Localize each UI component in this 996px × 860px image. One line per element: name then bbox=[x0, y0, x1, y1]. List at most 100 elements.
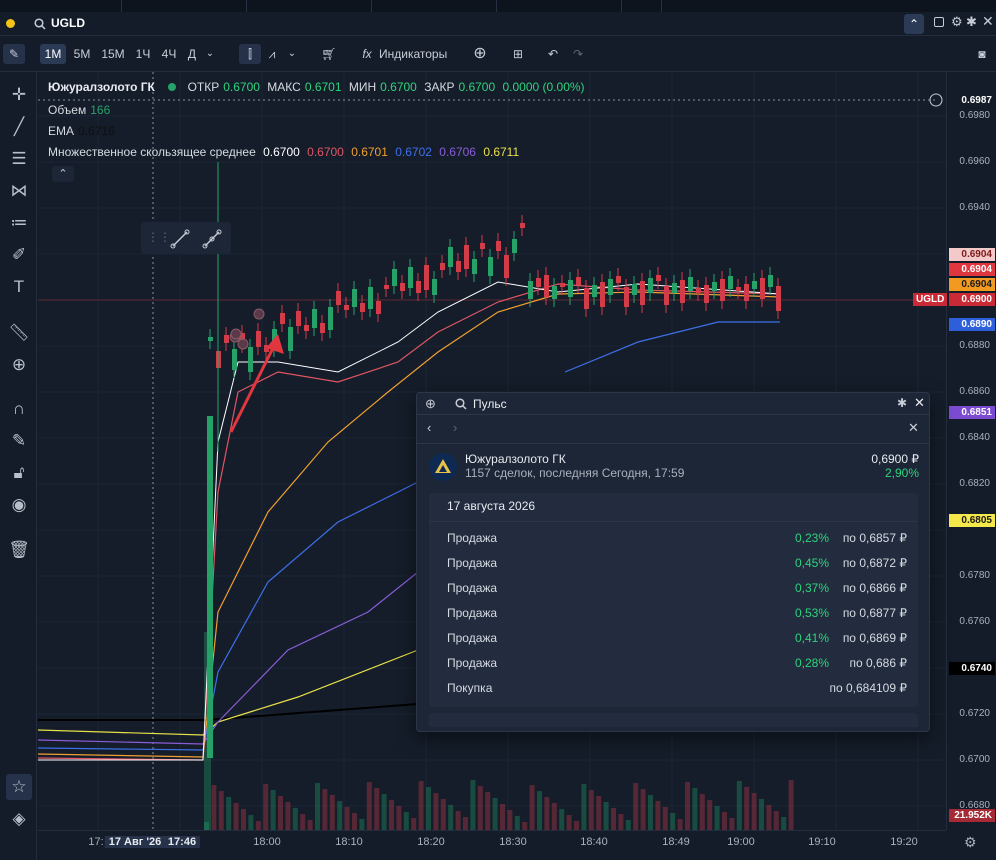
volume-bar bbox=[581, 784, 587, 830]
ema-label[interactable]: EMA bbox=[48, 124, 74, 138]
price-axis[interactable]: 0.6980 0.6960 0.6940 0.6880 0.6860 0.6840 0.68… bbox=[913, 72, 996, 830]
indicators-button[interactable]: Индикаторы bbox=[379, 44, 453, 64]
ma-label[interactable]: Множественное скользящее среднее bbox=[48, 145, 256, 159]
pulse-summary: 1157 сделок, последняя Сегодня, 17:59 bbox=[465, 466, 685, 480]
trendline-icon[interactable]: ╱ bbox=[6, 114, 32, 140]
interval-1h[interactable]: 1Ч bbox=[131, 44, 155, 64]
cart-icon[interactable]: 🛒︎ bbox=[318, 44, 340, 64]
bug-icon[interactable]: ✱ bbox=[966, 14, 977, 30]
window-icon[interactable] bbox=[934, 17, 944, 27]
brush-icon[interactable]: ✐ bbox=[6, 242, 32, 268]
legend-symbol-name[interactable]: Южуралзолото ГК bbox=[48, 80, 155, 94]
lock-icon[interactable]: 🔓︎ bbox=[6, 460, 32, 486]
candle-body bbox=[512, 239, 517, 253]
add-icon[interactable]: ⊕ bbox=[425, 396, 436, 412]
volume-bar bbox=[463, 817, 468, 830]
volume-bar bbox=[440, 799, 446, 830]
volume-bar bbox=[403, 812, 409, 830]
collapse-icon[interactable]: ⌃ bbox=[904, 14, 924, 34]
close-icon[interactable]: ✕ bbox=[982, 13, 994, 30]
volume-bar bbox=[389, 800, 394, 830]
horizontal-lines-icon[interactable]: ☰ bbox=[6, 146, 32, 172]
chart-type-icon[interactable]: ⩘ bbox=[263, 44, 281, 64]
zoom-icon[interactable]: ⊕ bbox=[6, 352, 32, 378]
pulse-panel: ⊕ Пульс ✱ ✕ ‹ › ✕ Южуралзолото ГК 1157 с… bbox=[416, 392, 930, 732]
candle-body bbox=[632, 284, 637, 295]
tab-1[interactable] bbox=[0, 0, 122, 12]
collapse-legend-icon[interactable]: ⌃ bbox=[52, 166, 74, 182]
tab-6[interactable] bbox=[622, 0, 662, 12]
undo-icon[interactable]: ↶ bbox=[544, 44, 562, 64]
gear-icon[interactable]: ⚙ bbox=[951, 14, 963, 30]
drag-handle-icon[interactable]: ⋮⋮ bbox=[147, 230, 171, 244]
ruler-icon[interactable]: 📏︎ bbox=[6, 320, 32, 346]
interval-4h[interactable]: 4Ч bbox=[157, 44, 181, 64]
time-axis[interactable]: 17: 17 Авг '26 17:46 18:00 18:10 18:20 18:30 18… bbox=[38, 830, 946, 860]
symbol-ticker[interactable]: UGLD bbox=[51, 16, 85, 30]
trades-date: 17 августа 2026 bbox=[447, 499, 536, 513]
eye-icon[interactable]: ◉ bbox=[6, 492, 32, 518]
layers-icon[interactable]: ◈ bbox=[6, 806, 32, 832]
text-icon[interactable]: T bbox=[6, 274, 32, 300]
chevron-down-icon[interactable]: ⌄ bbox=[285, 44, 299, 64]
search-icon[interactable] bbox=[34, 18, 46, 30]
volume-bar bbox=[455, 811, 461, 830]
link-color-dot[interactable] bbox=[6, 19, 15, 28]
interval-15m[interactable]: 15М bbox=[98, 44, 128, 64]
divider bbox=[417, 443, 929, 444]
chevron-down-icon[interactable]: ⌄ bbox=[203, 44, 217, 64]
bug-icon[interactable]: ✱ bbox=[897, 396, 907, 410]
settings-icon[interactable]: ⚙ bbox=[964, 834, 977, 851]
crosshair-icon[interactable]: ✛ bbox=[6, 82, 32, 108]
trash-icon[interactable]: 🗑︎ bbox=[6, 537, 32, 563]
prev-arrow-icon[interactable]: ‹ bbox=[427, 420, 431, 435]
tab-4[interactable] bbox=[372, 0, 497, 12]
next-arrow-icon[interactable]: › bbox=[453, 420, 457, 435]
fib-icon[interactable]: ≔ bbox=[6, 210, 32, 236]
pattern-icon[interactable]: ⋈ bbox=[6, 178, 32, 204]
search-icon[interactable] bbox=[455, 398, 467, 410]
candle-body bbox=[400, 283, 405, 291]
low-label: МИН bbox=[348, 80, 377, 94]
trade-row[interactable]: Продажа 0,41% по 0,6869 ₽ bbox=[447, 631, 907, 651]
tab-5[interactable] bbox=[497, 0, 622, 12]
next-card-peek bbox=[429, 713, 918, 727]
interval-5m[interactable]: 5М bbox=[69, 44, 95, 64]
candle-body bbox=[600, 282, 605, 307]
tab-3[interactable] bbox=[247, 0, 372, 12]
candle-body bbox=[568, 280, 573, 297]
volume-bar bbox=[344, 807, 350, 830]
pulse-company-name[interactable]: Южуралзолото ГК bbox=[465, 452, 566, 466]
tab-2[interactable] bbox=[122, 0, 247, 12]
candle-body bbox=[424, 265, 429, 290]
trade-row[interactable]: Покупка по 0,684109 ₽ bbox=[447, 681, 907, 701]
magnet-icon[interactable]: ∩ bbox=[6, 396, 32, 422]
close-icon[interactable]: ✕ bbox=[914, 395, 925, 411]
candles-icon[interactable]: ⫿ bbox=[239, 44, 261, 64]
trade-row[interactable]: Продажа 0,53% по 0,6877 ₽ bbox=[447, 606, 907, 626]
volume-bar bbox=[233, 803, 239, 830]
ray-tool-icon[interactable] bbox=[201, 228, 223, 250]
pulse-search-label[interactable]: Пульс bbox=[473, 397, 507, 411]
lock-draw-icon[interactable]: ✎ bbox=[6, 428, 32, 454]
star-icon[interactable]: ☆ bbox=[6, 774, 32, 800]
pencil-icon[interactable]: ✎ bbox=[3, 44, 25, 64]
redo-icon[interactable]: ↷ bbox=[569, 44, 587, 64]
trade-row[interactable]: Продажа 0,23% по 0,6857 ₽ bbox=[447, 531, 907, 551]
price-tag: 0.6890 bbox=[949, 318, 995, 331]
interval-d[interactable]: Д bbox=[183, 44, 201, 64]
camera-icon[interactable]: ◙ bbox=[972, 44, 992, 64]
close-icon[interactable]: ✕ bbox=[908, 420, 919, 436]
add-alert-icon bbox=[929, 93, 943, 107]
trade-percent: 0,53% bbox=[794, 606, 829, 620]
line-tool-icon[interactable] bbox=[169, 228, 191, 250]
trade-row[interactable]: Продажа 0,28% по 0,686 ₽ bbox=[447, 656, 907, 676]
layout-icon[interactable]: ⊞ bbox=[507, 44, 529, 64]
interval-1m[interactable]: 1М bbox=[40, 44, 66, 64]
trade-row[interactable]: Продажа 0,45% по 0,6872 ₽ bbox=[447, 556, 907, 576]
volume-label[interactable]: Объем bbox=[48, 103, 86, 117]
indicators-icon[interactable]: fx bbox=[358, 44, 376, 64]
trade-price: по 0,6869 ₽ bbox=[842, 631, 907, 645]
trade-row[interactable]: Продажа 0,37% по 0,6866 ₽ bbox=[447, 581, 907, 601]
add-icon[interactable]: ⊕ bbox=[469, 44, 491, 64]
